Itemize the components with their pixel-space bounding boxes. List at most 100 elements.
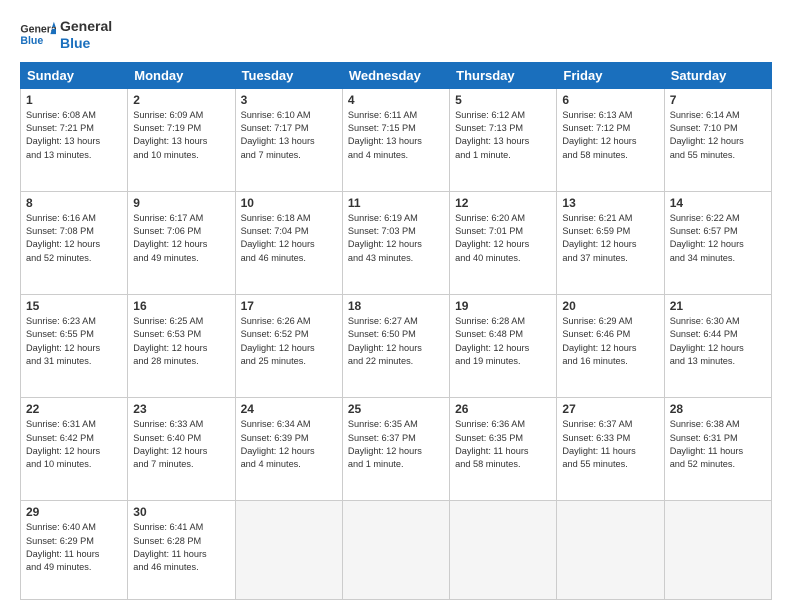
- day-number: 16: [133, 299, 229, 313]
- calendar-cell: [664, 501, 771, 600]
- calendar-cell: 11Sunrise: 6:19 AMSunset: 7:03 PMDayligh…: [342, 191, 449, 294]
- calendar-cell: 5Sunrise: 6:12 AMSunset: 7:13 PMDaylight…: [450, 88, 557, 191]
- calendar-cell: 25 Sunrise: 6:35 AMSunset: 6:37 PMDayligh…: [342, 398, 449, 501]
- day-number: 18: [348, 299, 444, 313]
- day-number: 22: [26, 402, 122, 416]
- calendar-cell: 24Sunrise: 6:34 AMSunset: 6:39 PMDayligh…: [235, 398, 342, 501]
- calendar-header-sunday: Sunday: [21, 62, 128, 88]
- day-number: 4: [348, 93, 444, 107]
- day-number: 20: [562, 299, 658, 313]
- general-blue-logo-icon: General Blue: [20, 20, 56, 50]
- cell-solar-data: Sunrise: 6:27 AMSunset: 6:50 PMDaylight:…: [348, 315, 444, 368]
- day-number: 12: [455, 196, 551, 210]
- calendar-cell: 4 Sunrise: 6:11 AMSunset: 7:15 PMDaylight…: [342, 88, 449, 191]
- day-number: 29: [26, 505, 122, 519]
- cell-solar-data: Sunrise: 6:23 AMSunset: 6:55 PMDaylight:…: [26, 315, 122, 368]
- cell-solar-data: Sunrise: 6:28 AMSunset: 6:48 PMDaylight:…: [455, 315, 551, 368]
- cell-solar-data: Sunrise: 6:30 AMSunset: 6:44 PMDaylight:…: [670, 315, 766, 368]
- day-number: 17: [241, 299, 337, 313]
- calendar-week-row: 29Sunrise: 6:40 AMSunset: 6:29 PMDayligh…: [21, 501, 772, 600]
- calendar-cell: 9Sunrise: 6:17 AMSunset: 7:06 PMDaylight…: [128, 191, 235, 294]
- calendar-cell: 15 Sunrise: 6:23 AMSunset: 6:55 PMDayligh…: [21, 294, 128, 397]
- calendar-cell: [450, 501, 557, 600]
- calendar-cell: 28 Sunrise: 6:38 AMSunset: 6:31 PMDayligh…: [664, 398, 771, 501]
- cell-solar-data: Sunrise: 6:33 AMSunset: 6:40 PMDaylight:…: [133, 418, 229, 471]
- cell-solar-data: Sunrise: 6:29 AMSunset: 6:46 PMDaylight:…: [562, 315, 658, 368]
- cell-solar-data: Sunrise: 6:16 AMSunset: 7:08 PMDaylight:…: [26, 212, 122, 265]
- cell-solar-data: Sunrise: 6:41 AMSunset: 6:28 PMDaylight:…: [133, 521, 229, 574]
- calendar-cell: 8 Sunrise: 6:16 AMSunset: 7:08 PMDaylight…: [21, 191, 128, 294]
- cell-solar-data: Sunrise: 6:25 AMSunset: 6:53 PMDaylight:…: [133, 315, 229, 368]
- calendar-cell: 1Sunrise: 6:08 AMSunset: 7:21 PMDaylight…: [21, 88, 128, 191]
- calendar-header-thursday: Thursday: [450, 62, 557, 88]
- calendar-cell: 7 Sunrise: 6:14 AMSunset: 7:10 PMDaylight…: [664, 88, 771, 191]
- cell-solar-data: Sunrise: 6:17 AMSunset: 7:06 PMDaylight:…: [133, 212, 229, 265]
- day-number: 19: [455, 299, 551, 313]
- calendar-cell: 19 Sunrise: 6:28 AMSunset: 6:48 PMDayligh…: [450, 294, 557, 397]
- calendar-cell: [235, 501, 342, 600]
- day-number: 21: [670, 299, 766, 313]
- cell-solar-data: Sunrise: 6:26 AMSunset: 6:52 PMDaylight:…: [241, 315, 337, 368]
- calendar-cell: 29Sunrise: 6:40 AMSunset: 6:29 PMDayligh…: [21, 501, 128, 600]
- cell-solar-data: Sunrise: 6:13 AMSunset: 7:12 PMDaylight:…: [562, 109, 658, 162]
- day-number: 14: [670, 196, 766, 210]
- calendar-cell: 2Sunrise: 6:09 AMSunset: 7:19 PMDaylight…: [128, 88, 235, 191]
- calendar-cell: 10 Sunrise: 6:18 AMSunset: 7:04 PMDayligh…: [235, 191, 342, 294]
- cell-solar-data: Sunrise: 6:12 AMSunset: 7:13 PMDaylight:…: [455, 109, 551, 162]
- calendar-cell: 22 Sunrise: 6:31 AMSunset: 6:42 PMDayligh…: [21, 398, 128, 501]
- header: General Blue General Blue: [20, 18, 772, 52]
- calendar-header-monday: Monday: [128, 62, 235, 88]
- page: General Blue General Blue SundayMondayTu…: [0, 0, 792, 612]
- calendar-header-saturday: Saturday: [664, 62, 771, 88]
- day-number: 25: [348, 402, 444, 416]
- day-number: 27: [562, 402, 658, 416]
- day-number: 3: [241, 93, 337, 107]
- logo-text: General Blue: [60, 18, 112, 52]
- day-number: 8: [26, 196, 122, 210]
- cell-solar-data: Sunrise: 6:14 AMSunset: 7:10 PMDaylight:…: [670, 109, 766, 162]
- calendar-header-row: SundayMondayTuesdayWednesdayThursdayFrid…: [21, 62, 772, 88]
- calendar-cell: 17 Sunrise: 6:26 AMSunset: 6:52 PMDayligh…: [235, 294, 342, 397]
- calendar-header-wednesday: Wednesday: [342, 62, 449, 88]
- day-number: 7: [670, 93, 766, 107]
- svg-text:Blue: Blue: [20, 35, 43, 47]
- calendar-cell: 26 Sunrise: 6:36 AMSunset: 6:35 PMDayligh…: [450, 398, 557, 501]
- cell-solar-data: Sunrise: 6:21 AMSunset: 6:59 PMDaylight:…: [562, 212, 658, 265]
- calendar-week-row: 15 Sunrise: 6:23 AMSunset: 6:55 PMDayligh…: [21, 294, 772, 397]
- day-number: 26: [455, 402, 551, 416]
- cell-solar-data: Sunrise: 6:11 AMSunset: 7:15 PMDaylight:…: [348, 109, 444, 162]
- calendar-cell: [557, 501, 664, 600]
- calendar-cell: 18 Sunrise: 6:27 AMSunset: 6:50 PMDayligh…: [342, 294, 449, 397]
- cell-solar-data: Sunrise: 6:10 AMSunset: 7:17 PMDaylight:…: [241, 109, 337, 162]
- day-number: 6: [562, 93, 658, 107]
- day-number: 11: [348, 196, 444, 210]
- day-number: 28: [670, 402, 766, 416]
- calendar-cell: 20 Sunrise: 6:29 AMSunset: 6:46 PMDayligh…: [557, 294, 664, 397]
- day-number: 24: [241, 402, 337, 416]
- calendar-cell: [342, 501, 449, 600]
- calendar-cell: 3 Sunrise: 6:10 AMSunset: 7:17 PMDaylight…: [235, 88, 342, 191]
- cell-solar-data: Sunrise: 6:31 AMSunset: 6:42 PMDaylight:…: [26, 418, 122, 471]
- day-number: 23: [133, 402, 229, 416]
- day-number: 13: [562, 196, 658, 210]
- calendar-cell: 6 Sunrise: 6:13 AMSunset: 7:12 PMDaylight…: [557, 88, 664, 191]
- calendar-cell: 23 Sunrise: 6:33 AMSunset: 6:40 PMDayligh…: [128, 398, 235, 501]
- day-number: 30: [133, 505, 229, 519]
- calendar-week-row: 1Sunrise: 6:08 AMSunset: 7:21 PMDaylight…: [21, 88, 772, 191]
- calendar-cell: 27Sunrise: 6:37 AMSunset: 6:33 PMDayligh…: [557, 398, 664, 501]
- cell-solar-data: Sunrise: 6:09 AMSunset: 7:19 PMDaylight:…: [133, 109, 229, 162]
- calendar-week-row: 22 Sunrise: 6:31 AMSunset: 6:42 PMDayligh…: [21, 398, 772, 501]
- cell-solar-data: Sunrise: 6:35 AMSunset: 6:37 PMDaylight:…: [348, 418, 444, 471]
- calendar-header-tuesday: Tuesday: [235, 62, 342, 88]
- calendar-cell: 21 Sunrise: 6:30 AMSunset: 6:44 PMDayligh…: [664, 294, 771, 397]
- cell-solar-data: Sunrise: 6:20 AMSunset: 7:01 PMDaylight:…: [455, 212, 551, 265]
- cell-solar-data: Sunrise: 6:38 AMSunset: 6:31 PMDaylight:…: [670, 418, 766, 471]
- calendar-header-friday: Friday: [557, 62, 664, 88]
- day-number: 10: [241, 196, 337, 210]
- logo: General Blue General Blue: [20, 18, 112, 52]
- cell-solar-data: Sunrise: 6:18 AMSunset: 7:04 PMDaylight:…: [241, 212, 337, 265]
- cell-solar-data: Sunrise: 6:36 AMSunset: 6:35 PMDaylight:…: [455, 418, 551, 471]
- cell-solar-data: Sunrise: 6:22 AMSunset: 6:57 PMDaylight:…: [670, 212, 766, 265]
- calendar-table: SundayMondayTuesdayWednesdayThursdayFrid…: [20, 62, 772, 600]
- day-number: 15: [26, 299, 122, 313]
